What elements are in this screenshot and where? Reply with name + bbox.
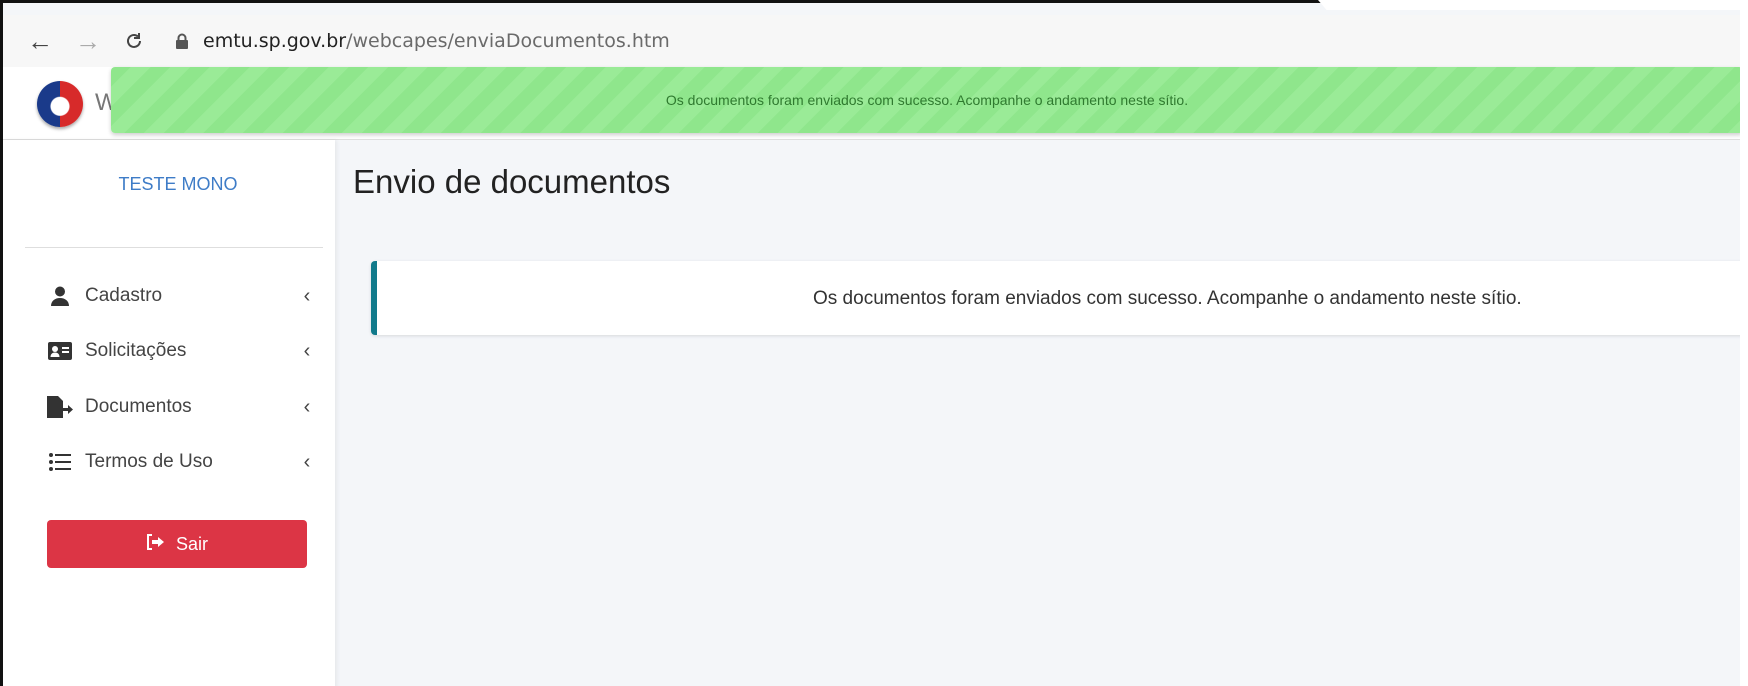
sidebar-item-label: Cadastro: [85, 285, 163, 306]
file-export-icon: [47, 395, 73, 419]
chevron-left-icon: ‹: [303, 395, 311, 418]
logout-button[interactable]: Sair: [47, 520, 307, 568]
chevron-left-icon: ‹: [303, 339, 311, 362]
back-arrow-icon[interactable]: ←: [23, 24, 57, 58]
sidebar: TESTE MONO Cadastro ‹ Solicitações ‹ Doc…: [3, 140, 335, 686]
browser-toolbar: ← → emtu.sp.gov.br/webcapes/enviaDocumen…: [3, 15, 1740, 67]
username[interactable]: TESTE MONO: [3, 174, 353, 195]
success-toast[interactable]: Os documentos foram enviados com sucesso…: [111, 67, 1740, 133]
app-logo: [37, 81, 83, 127]
chevron-left-icon: ‹: [303, 284, 311, 307]
browser-window: ← → emtu.sp.gov.br/webcapes/enviaDocumen…: [0, 0, 1740, 686]
sidebar-item-label: Solicitações: [85, 340, 187, 361]
sidebar-divider: [25, 247, 323, 248]
sidebar-item-cadastro[interactable]: Cadastro ‹: [47, 276, 317, 316]
sidebar-item-label: Termos de Uso: [85, 451, 213, 472]
list-icon: [47, 450, 73, 474]
page-title: Envio de documentos: [353, 163, 671, 200]
forward-arrow-icon[interactable]: →: [71, 24, 105, 58]
id-card-icon: [47, 339, 73, 363]
logout-label: Sair: [175, 533, 208, 554]
sidebar-item-documentos[interactable]: Documentos ‹: [47, 387, 317, 427]
app-header: W Os documentos foram enviados com suces…: [3, 67, 1740, 140]
screenshot-edge: [1318, 0, 1748, 10]
sign-out-icon: [146, 533, 164, 555]
user-icon: [47, 284, 73, 308]
sidebar-item-termos-de-uso[interactable]: Termos de Uso ‹: [47, 442, 317, 482]
address-bar[interactable]: emtu.sp.gov.br/webcapes/enviaDocumentos.…: [169, 28, 670, 54]
lock-icon: [169, 28, 195, 54]
sidebar-item-solicitacoes[interactable]: Solicitações ‹: [47, 331, 317, 371]
info-callout: Os documentos foram enviados com sucesso…: [371, 261, 1740, 335]
url-path: /webcapes/enviaDocumentos.htm: [346, 30, 670, 52]
url-domain: emtu.sp.gov.br: [203, 30, 347, 52]
chevron-left-icon: ‹: [303, 450, 311, 473]
reload-icon[interactable]: [117, 24, 151, 58]
callout-message: Os documentos foram enviados com sucesso…: [813, 288, 1522, 309]
sidebar-item-label: Documentos: [85, 396, 192, 417]
